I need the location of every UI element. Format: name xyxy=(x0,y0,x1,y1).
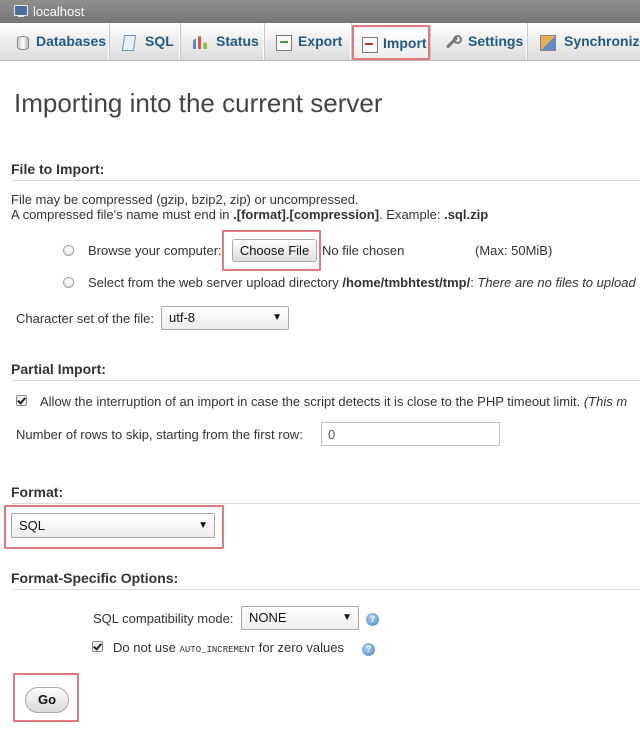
main-tabs: Databases SQL Status Export Import Setti… xyxy=(0,23,640,61)
sql-icon xyxy=(121,35,137,51)
sql-compat-label: SQL compatibility mode: xyxy=(93,611,234,626)
server-icon xyxy=(14,5,28,17)
export-icon xyxy=(276,35,292,51)
go-button[interactable]: Go xyxy=(25,687,69,713)
page-title: Importing into the current server xyxy=(14,88,383,118)
tab-import[interactable]: Import xyxy=(352,25,430,60)
browse-label: Browse your computer: xyxy=(88,243,222,258)
format-select[interactable]: SQL ▼ xyxy=(11,513,215,538)
server-dir-radio[interactable] xyxy=(63,277,74,288)
compression-note: File may be compressed (gzip, bzip2, zip… xyxy=(11,192,359,207)
chevron-down-icon: ▼ xyxy=(342,612,352,623)
section-divider xyxy=(11,180,640,181)
choose-file-button[interactable]: Choose File xyxy=(232,239,317,262)
skip-rows-label: Number of rows to skip, starting from th… xyxy=(16,427,303,442)
no-auto-increment-checkbox[interactable] xyxy=(92,641,103,652)
help-icon[interactable]: ? xyxy=(366,613,379,626)
section-divider xyxy=(11,503,640,504)
server-link[interactable]: localhost xyxy=(33,0,84,23)
skip-rows-input[interactable] xyxy=(321,422,500,446)
allow-interrupt-label: Allow the interruption of an import in c… xyxy=(40,394,628,409)
tab-status[interactable]: Status xyxy=(180,23,264,60)
compression-example: A compressed file's name must end in .[f… xyxy=(11,207,489,222)
no-auto-increment-label: Do not use AUTO_INCREMENT for zero value… xyxy=(113,640,344,655)
partial-import-heading: Partial Import: xyxy=(11,361,106,377)
charset-label: Character set of the file: xyxy=(16,311,155,326)
tab-synchronize[interactable]: Synchronize xyxy=(527,23,640,60)
format-options-heading: Format-Specific Options: xyxy=(11,570,179,586)
tab-databases[interactable]: Databases xyxy=(0,23,109,60)
database-icon xyxy=(17,36,29,50)
browse-radio[interactable] xyxy=(63,245,74,256)
allow-interrupt-checkbox[interactable] xyxy=(16,395,27,406)
file-to-import-heading: File to Import: xyxy=(11,161,105,177)
section-divider xyxy=(11,380,640,381)
status-icon xyxy=(193,36,207,49)
tab-settings[interactable]: Settings xyxy=(432,23,527,60)
sql-compat-select[interactable]: NONE ▼ xyxy=(241,606,359,630)
section-divider xyxy=(11,589,640,590)
format-heading: Format: xyxy=(11,484,64,500)
max-upload-size: (Max: 50MiB) xyxy=(475,243,553,258)
server-breadcrumb: localhost xyxy=(0,0,640,23)
chevron-down-icon: ▼ xyxy=(198,520,208,531)
tab-export[interactable]: Export xyxy=(264,23,351,60)
import-icon xyxy=(362,37,378,53)
chevron-down-icon: ▼ xyxy=(272,312,282,323)
synchronize-icon xyxy=(540,35,556,51)
server-dir-label: Select from the web server upload direct… xyxy=(88,275,636,290)
tab-sql[interactable]: SQL xyxy=(109,23,180,60)
settings-icon xyxy=(444,35,462,49)
charset-select[interactable]: utf-8 ▼ xyxy=(161,306,289,330)
no-file-chosen: No file chosen xyxy=(322,243,405,258)
help-icon[interactable]: ? xyxy=(362,643,375,656)
